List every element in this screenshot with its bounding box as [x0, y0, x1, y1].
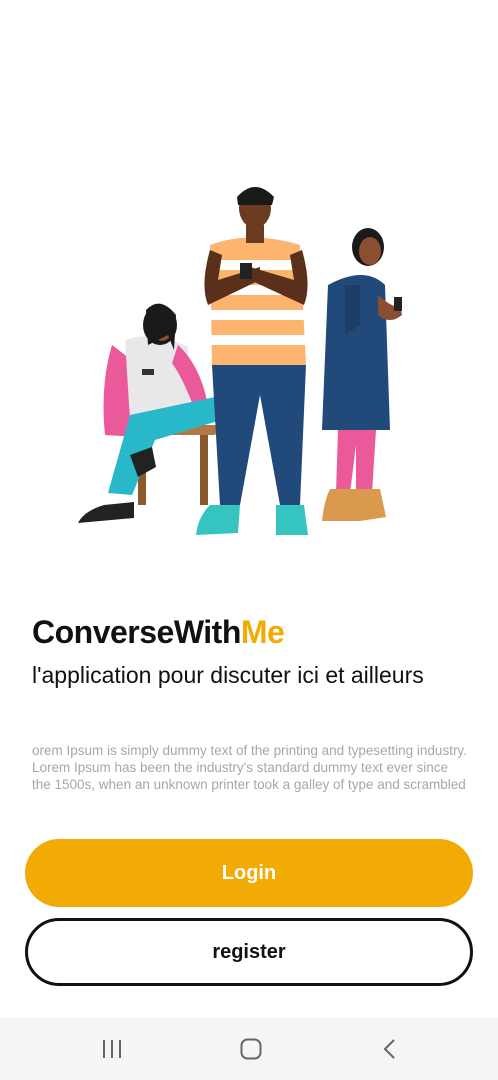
back-button[interactable] [370, 1032, 410, 1066]
recent-apps-icon [103, 1040, 121, 1058]
recent-apps-button[interactable] [92, 1032, 132, 1066]
home-button[interactable] [231, 1032, 271, 1066]
app-description: orem Ipsum is simply dummy text of the p… [32, 743, 467, 792]
app-title: ConverseWithMe [32, 614, 285, 651]
app-tagline: l'application pour discuter ici et aille… [32, 662, 424, 688]
system-navigation-bar [0, 1018, 498, 1080]
app-title-main: ConverseWith [32, 614, 241, 650]
register-button[interactable]: register [25, 918, 473, 986]
back-icon [383, 1039, 395, 1059]
app-title-accent: Me [240, 614, 285, 650]
home-icon [240, 1038, 262, 1060]
hero-illustration [60, 175, 440, 545]
login-button[interactable]: Login [25, 839, 473, 907]
people-with-phones-illustration [78, 187, 402, 535]
